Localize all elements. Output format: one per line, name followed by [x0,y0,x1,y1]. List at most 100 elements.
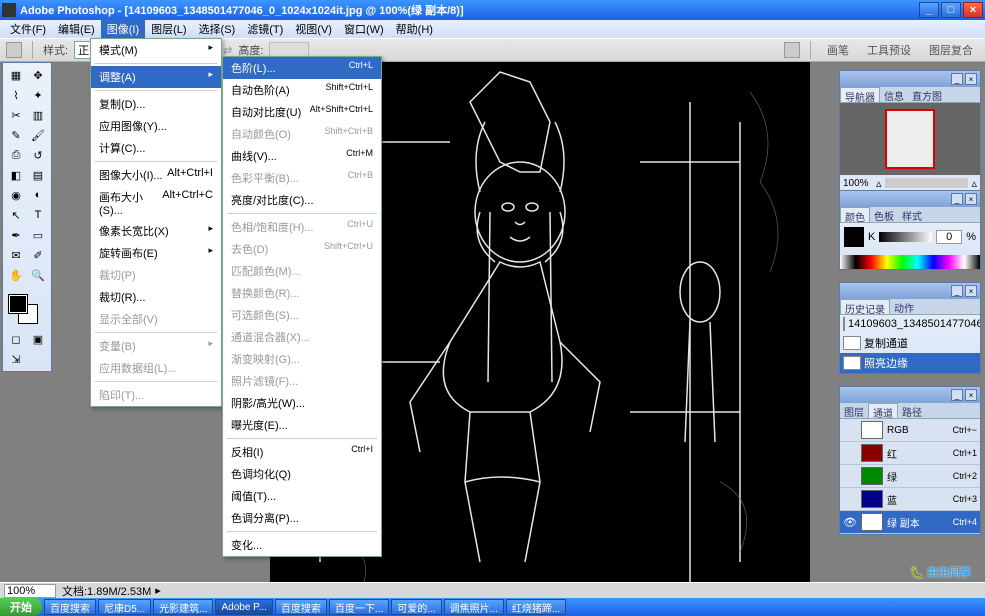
menu-item[interactable]: 图像(I) [101,19,145,39]
actions-tab[interactable]: 动作 [890,299,918,314]
menu-item[interactable]: 应用图像(Y)... [91,115,221,137]
styles-tab[interactable]: 样式 [898,207,926,222]
history-tab[interactable]: 历史记录 [840,299,890,314]
close-button[interactable]: × [963,2,983,18]
submenu-item[interactable]: 色调分离(P)... [223,507,381,529]
history-item[interactable]: 照亮边缘 [840,353,980,373]
zoom-tool[interactable]: 🔍 [27,265,49,285]
taskbar-item[interactable]: 可爱的... [391,599,441,615]
palette-well-icon[interactable] [784,42,800,58]
eraser-tool[interactable]: ◧ [5,165,27,185]
screenmode-tool[interactable]: ▣ [27,329,49,349]
nav-zoom-value[interactable]: 100% [843,178,873,189]
submenu-item[interactable]: 色阶(L)...Ctrl+L [223,57,381,79]
optbar-tab-preset[interactable]: 工具预设 [861,40,917,60]
marquee-tool[interactable]: ▦ [5,65,27,85]
path-tool[interactable]: ↖ [5,205,27,225]
taskbar-item[interactable]: 红烧猪蹄... [506,599,566,615]
menu-item[interactable]: 画布大小(S)...Alt+Ctrl+C [91,186,221,220]
submenu-item[interactable]: 色调均化(Q) [223,463,381,485]
menu-item[interactable]: 选择(S) [193,19,242,39]
menu-item[interactable]: 编辑(E) [52,19,101,39]
lasso-tool[interactable]: ⌇ [5,85,27,105]
swatches-tab[interactable]: 色板 [870,207,898,222]
color-fg-swatch[interactable] [844,227,864,247]
move-tool[interactable]: ✥ [27,65,49,85]
color-k-slider[interactable] [879,232,932,242]
taskbar-item[interactable]: 百度搜索 [275,599,327,615]
history-doc[interactable]: 14109603_1348501477046... [840,315,980,333]
taskbar-item[interactable]: 光影建筑... [153,599,213,615]
menu-item[interactable]: 调整(A) [91,66,221,88]
optbar-tab-comp[interactable]: 图层复合 [923,40,979,60]
panel-min-icon[interactable]: _ [951,389,963,401]
paths-tab[interactable]: 路径 [898,403,926,418]
history-item[interactable]: 复制通道 [840,333,980,353]
submenu-item[interactable]: 阴影/高光(W)... [223,392,381,414]
menubar[interactable]: 文件(F)编辑(E)图像(I)图层(L)选择(S)滤镜(T)视图(V)窗口(W)… [0,20,985,38]
info-tab[interactable]: 信息 [880,87,908,102]
color-spectrum[interactable] [840,255,980,269]
notes-tool[interactable]: ✉ [5,245,27,265]
fg-color[interactable] [9,295,27,313]
start-button[interactable]: 开始 [0,598,42,616]
optbar-tab-brush[interactable]: 画笔 [821,40,855,60]
menu-item[interactable]: 旋转画布(E) [91,242,221,264]
pen-tool[interactable]: ✒ [5,225,27,245]
panel-close-icon[interactable]: × [965,389,977,401]
channels-tab[interactable]: 通道 [868,403,898,418]
status-zoom[interactable]: 100% [4,584,56,598]
submenu-item[interactable]: 亮度/对比度(C)... [223,189,381,211]
slice-tool[interactable]: ▥ [27,105,49,125]
submenu-item[interactable]: 自动对比度(U)Alt+Shift+Ctrl+L [223,101,381,123]
menu-item[interactable]: 计算(C)... [91,137,221,159]
dodge-tool[interactable]: ◐ [27,185,49,205]
minimize-button[interactable]: _ [919,2,939,18]
histogram-tab[interactable]: 直方图 [908,87,946,102]
menu-item[interactable]: 模式(M) [91,39,221,61]
menu-item[interactable]: 滤镜(T) [241,19,289,39]
taskbar-item[interactable]: 百度搜索 [44,599,96,615]
zoom-in-icon[interactable]: ▵ [971,177,977,190]
nav-zoom-slider[interactable] [885,178,969,188]
submenu-item[interactable]: 变化... [223,534,381,556]
gradient-tool[interactable]: ▤ [27,165,49,185]
history-brush-tool[interactable]: ↺ [27,145,49,165]
channel-item[interactable]: 红Ctrl+1 [840,442,980,465]
hand-tool[interactable]: ✋ [5,265,27,285]
crop-tool[interactable]: ✂ [5,105,27,125]
panel-min-icon[interactable]: _ [951,73,963,85]
menu-item[interactable]: 图像大小(I)...Alt+Ctrl+I [91,164,221,186]
brush-tool[interactable]: 🖌 [27,125,49,145]
submenu-item[interactable]: 阈值(T)... [223,485,381,507]
channel-item[interactable]: 绿Ctrl+2 [840,465,980,488]
panel-close-icon[interactable]: × [965,285,977,297]
blur-tool[interactable]: ◉ [5,185,27,205]
menu-item[interactable]: 像素长宽比(X) [91,220,221,242]
panel-close-icon[interactable]: × [965,73,977,85]
menu-item[interactable]: 裁切(R)... [91,286,221,308]
taskbar-item[interactable]: 调焦照片... [444,599,504,615]
tool-preset-icon[interactable] [6,42,22,58]
submenu-item[interactable]: 曲线(V)...Ctrl+M [223,145,381,167]
stamp-tool[interactable]: ⎙ [5,145,27,165]
channel-item[interactable]: RGBCtrl+~ [840,419,980,442]
submenu-item[interactable]: 曝光度(E)... [223,414,381,436]
layers-tab[interactable]: 图层 [840,403,868,418]
jump-tool[interactable]: ⇲ [5,349,27,369]
maximize-button[interactable]: □ [941,2,961,18]
menu-item[interactable]: 文件(F) [4,19,52,39]
color-k-value[interactable]: 0 [936,230,962,244]
taskbar-item[interactable]: 百度一下... [329,599,389,615]
panel-min-icon[interactable]: _ [951,285,963,297]
eyedrop-tool[interactable]: ✐ [27,245,49,265]
menu-item[interactable]: 复制(D)... [91,93,221,115]
type-tool[interactable]: T [27,205,49,225]
navigator-thumb[interactable] [840,103,980,175]
channel-item[interactable]: 👁绿 副本Ctrl+4 [840,511,980,534]
menu-item[interactable]: 窗口(W) [338,19,390,39]
visibility-icon[interactable]: 👁 [843,516,857,529]
color-tab[interactable]: 颜色 [840,207,870,222]
image-menu-dropdown[interactable]: 模式(M) 调整(A) 复制(D)...应用图像(Y)...计算(C)... 图像大小… [90,38,222,407]
taskbar-item[interactable]: 尼康D5... [98,599,151,615]
